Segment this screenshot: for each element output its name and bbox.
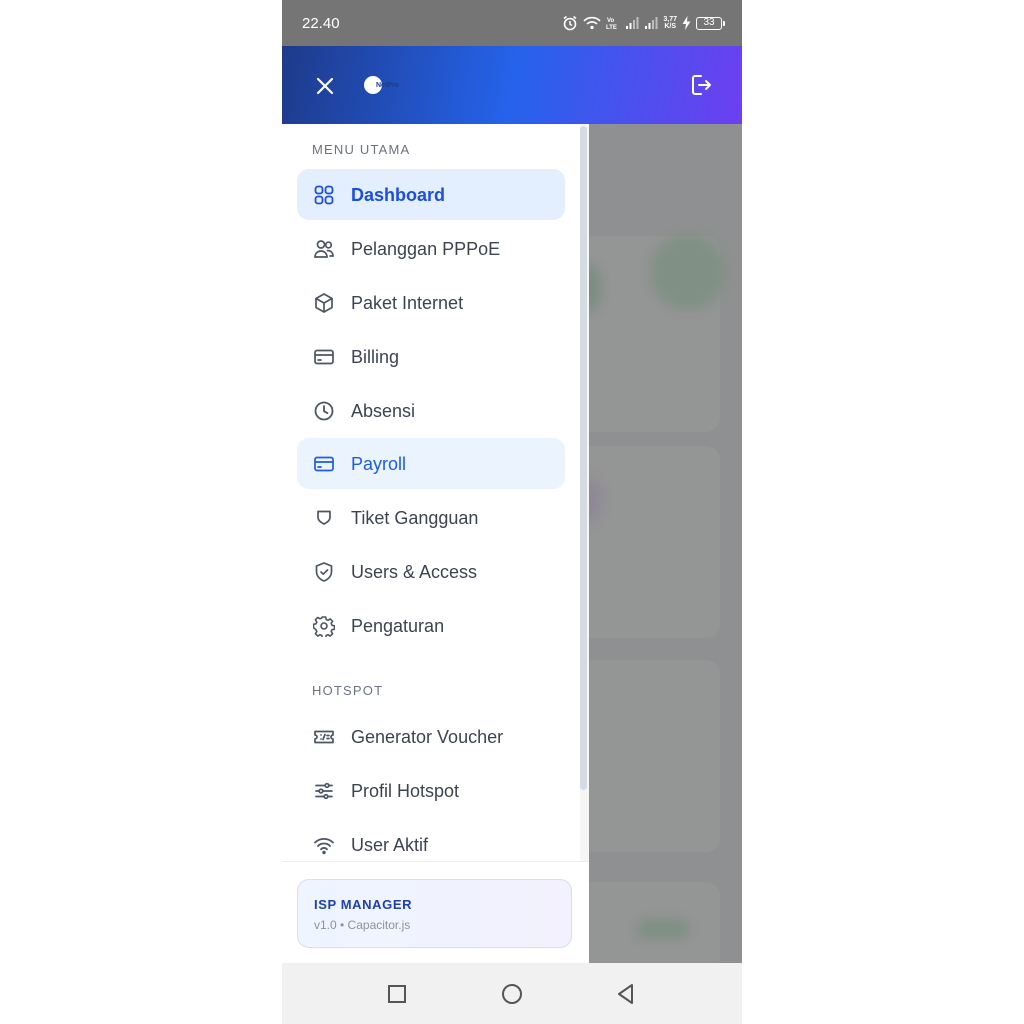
volte-icon: VoLTE (606, 18, 617, 30)
menu-item-paket-internet[interactable]: Paket Internet (297, 277, 565, 328)
menu-label: Absensi (351, 401, 416, 421)
voucher-icon (314, 730, 334, 744)
home-button[interactable] (500, 982, 524, 1006)
menu-item-profil-hotspot[interactable]: Profil Hotspot (297, 765, 565, 816)
section-label-hotspot: HOTSPOT (312, 683, 384, 698)
net-speed-value: 3,77 (663, 16, 677, 23)
menu-item-payroll[interactable]: Payroll (297, 438, 565, 489)
card-icon (314, 349, 334, 365)
close-icon (316, 77, 334, 95)
shield-check-icon (315, 562, 333, 582)
menu-item-users-access[interactable]: Users & Access (297, 546, 565, 597)
gear-icon (313, 616, 335, 637)
app-info-card: ISP MANAGER v1.0 • Capacitor.js (297, 879, 572, 948)
app-info-version: v1.0 • Capacitor.js (314, 918, 411, 932)
menu-label: User Aktif (351, 835, 429, 855)
app-header: NetPro (282, 46, 742, 124)
wifi-icon (314, 838, 334, 855)
menu-item-pelanggan-pppoe[interactable]: Pelanggan PPPoE (297, 223, 565, 274)
logout-icon (692, 75, 711, 95)
navigation-drawer: MENU UTAMA Dashboard Pelanggan PPPoE Pak… (282, 124, 589, 963)
drawer-scrollbar-thumb[interactable] (580, 126, 587, 790)
menu-item-absensi[interactable]: Absensi (297, 385, 565, 436)
menu-item-dashboard[interactable]: Dashboard (297, 169, 565, 220)
app-logo: NetPro (364, 76, 399, 94)
ticket-shield-icon (317, 510, 331, 525)
menu-label: Billing (351, 347, 400, 367)
menu-label: Pelanggan PPPoE (351, 239, 501, 259)
svg-text:Vo: Vo (607, 18, 615, 24)
menu-label: Dashboard (351, 185, 446, 205)
android-nav-bar (282, 963, 742, 1024)
card-icon (314, 456, 334, 472)
status-bar: 22.40 Vo LTE 3,77 K/S 33 (282, 0, 742, 46)
menu-label: Profil Hotspot (351, 781, 460, 801)
clock-icon (314, 401, 334, 421)
svg-text:LTE: LTE (606, 25, 617, 30)
signal-1-icon (626, 17, 639, 29)
status-time: 22.40 (302, 15, 340, 32)
menu-item-billing[interactable]: Billing (297, 331, 565, 382)
menu-label: Users & Access (351, 562, 478, 582)
users-icon (314, 240, 334, 258)
charging-icon (682, 16, 691, 30)
wifi-status-icon (583, 16, 601, 30)
menu-label: Generator Voucher (351, 727, 504, 747)
alarm-icon (563, 15, 577, 31)
close-drawer-button[interactable] (312, 73, 338, 99)
status-icons: Vo LTE 3,77 K/S 33 (562, 13, 725, 33)
menu-label: Paket Internet (351, 293, 464, 313)
logout-button[interactable] (688, 72, 714, 98)
recents-button[interactable] (385, 982, 409, 1006)
menu-label: Pengaturan (351, 616, 445, 636)
battery-indicator: 33 (696, 16, 725, 30)
net-speed: 3,77 K/S (663, 16, 677, 30)
circle-icon (502, 984, 522, 1004)
box-icon (315, 293, 333, 313)
phone-screen: 22.40 Vo LTE 3,77 K/S 33 NetPro MENU UTA… (282, 0, 742, 1024)
menu-item-generator-voucher[interactable]: Generator Voucher (297, 711, 565, 762)
back-button[interactable] (614, 982, 638, 1006)
section-label-main: MENU UTAMA (312, 142, 411, 157)
sliders-icon (315, 782, 333, 800)
dashboard-grid-icon (314, 185, 334, 205)
menu-label: Tiket Gangguan (351, 508, 479, 528)
app-info-title: ISP MANAGER (314, 897, 413, 912)
menu-item-tiket-gangguan[interactable]: Tiket Gangguan (297, 492, 565, 543)
back-triangle-icon (618, 984, 633, 1004)
square-icon (388, 985, 406, 1003)
net-speed-unit: K/S (664, 23, 677, 30)
signal-2-icon (645, 17, 658, 29)
drawer-footer: ISP MANAGER v1.0 • Capacitor.js (282, 861, 589, 963)
menu-label: Payroll (351, 454, 407, 474)
menu-item-pengaturan[interactable]: Pengaturan (297, 600, 565, 651)
logo-text: NetPro (376, 81, 399, 89)
